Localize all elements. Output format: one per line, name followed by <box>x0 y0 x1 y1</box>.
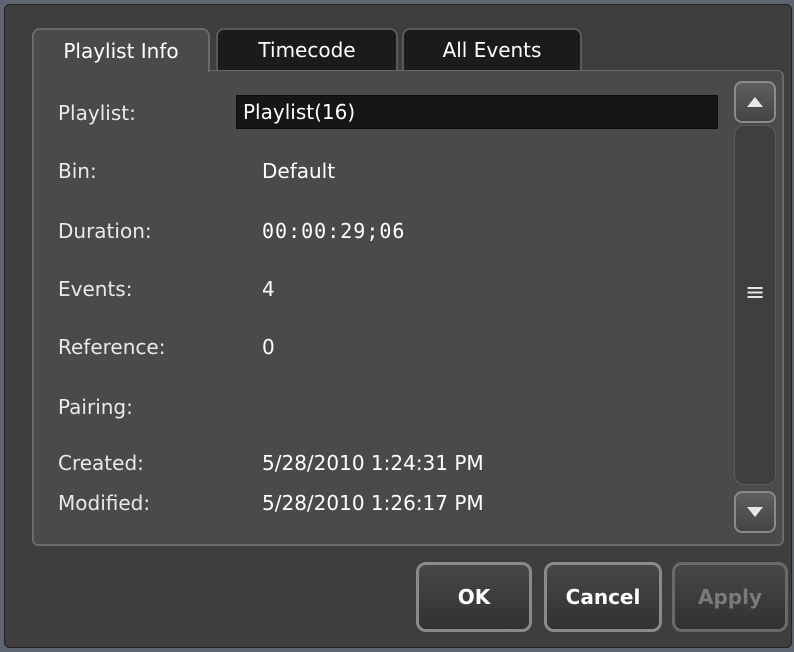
reference-value: 0 <box>262 335 275 359</box>
events-label: Events: <box>58 277 133 301</box>
tab-label: All Events <box>442 38 542 62</box>
triangle-down-icon <box>747 507 763 517</box>
events-value: 4 <box>262 277 275 301</box>
tab-playlist-info[interactable]: Playlist Info <box>32 28 210 72</box>
modified-value: 5/28/2010 1:26:17 PM <box>262 491 484 515</box>
created-value: 5/28/2010 1:24:31 PM <box>262 451 484 475</box>
pairing-row: Pairing: <box>58 391 738 423</box>
apply-button[interactable]: Apply <box>672 562 788 632</box>
scroll-up-button[interactable] <box>734 81 776 123</box>
tab-label: Playlist Info <box>63 39 179 63</box>
tab-timecode[interactable]: Timecode <box>216 28 398 70</box>
created-label: Created: <box>58 451 144 475</box>
events-row: Events: 4 <box>58 273 738 305</box>
triangle-up-icon <box>747 97 763 107</box>
tab-all-events[interactable]: All Events <box>402 28 582 70</box>
duration-row: Duration: 00:00:29;06 <box>58 215 738 247</box>
cancel-button[interactable]: Cancel <box>544 562 662 632</box>
duration-value: 00:00:29;06 <box>262 219 406 243</box>
pairing-label: Pairing: <box>58 395 133 419</box>
reference-row: Reference: 0 <box>58 331 738 363</box>
bin-value: Default <box>262 159 336 183</box>
playlist-name-field[interactable]: Playlist(16) <box>236 95 718 129</box>
bin-row: Bin: Default <box>58 155 738 187</box>
cancel-label: Cancel <box>565 585 641 609</box>
apply-label: Apply <box>697 585 762 609</box>
scroll-down-button[interactable] <box>734 491 776 533</box>
ok-button[interactable]: OK <box>416 562 532 632</box>
grip-icon[interactable]: ≡ <box>736 277 774 307</box>
playlist-info-panel: Playlist: Playlist(16) Bin: Default Dura… <box>32 70 784 546</box>
modified-row: Modified: 5/28/2010 1:26:17 PM <box>58 487 738 519</box>
duration-label: Duration: <box>58 219 152 243</box>
reference-label: Reference: <box>58 335 166 359</box>
tab-label: Timecode <box>258 38 356 62</box>
modified-label: Modified: <box>58 491 151 515</box>
playlist-label: Playlist: <box>58 101 136 125</box>
bin-label: Bin: <box>58 159 97 183</box>
ok-label: OK <box>457 585 491 609</box>
created-row: Created: 5/28/2010 1:24:31 PM <box>58 447 738 479</box>
